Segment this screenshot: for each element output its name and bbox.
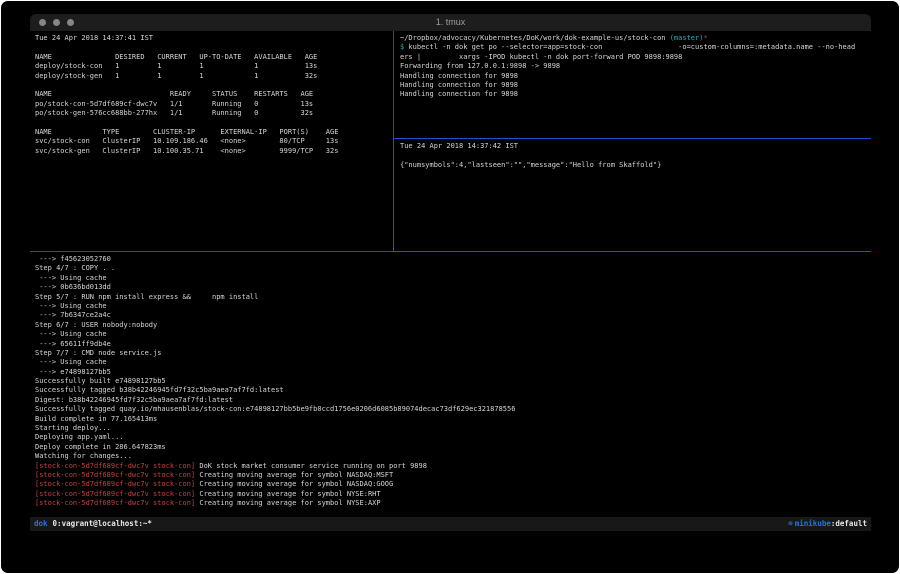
terminal-line: ers | xargs -IPOD kubectl -n dok port-fo… <box>400 53 871 62</box>
pane-border-vertical-inactive <box>393 31 394 139</box>
terminal-line: Step 6/7 : USER nobody:nobody <box>35 321 871 330</box>
terminal-text-segment: Creating moving average for symbol NYSE:… <box>195 490 380 498</box>
terminal-line: Tue 24 Apr 2018 14:37:42 IST <box>400 142 871 151</box>
pane-skaffold-build-log[interactable]: ---> f45623052760Step 4/7 : COPY . . ---… <box>30 252 871 517</box>
terminal-window: 1. tmux Tue 24 Apr 2018 14:37:41 IST NAM… <box>30 14 871 531</box>
terminal-text-segment: kubectl -n dok get po --selector=app=sto… <box>404 43 855 51</box>
terminal-line: svc/stock-gen ClusterIP 10.100.35.71 <no… <box>35 147 398 156</box>
terminal-line: Build complete in 77.165413ms <box>35 415 871 424</box>
terminal-line: [stock-con-5d7df689cf-dwc7v stock-con] C… <box>35 480 871 489</box>
terminal-line: Step 4/7 : COPY . . <box>35 264 871 273</box>
kubernetes-wheel-icon: ☸ <box>788 517 793 531</box>
terminal-line <box>35 81 398 90</box>
terminal-line: NAME TYPE CLUSTER-IP EXTERNAL-IP PORT(S)… <box>35 128 398 137</box>
pane-border-horizontal-active-bottom <box>393 251 871 252</box>
kube-context-label: minikube <box>795 517 831 531</box>
terminal-line <box>400 151 871 160</box>
terminal-line: ---> 7b6347ce2a4c <box>35 311 871 320</box>
window-list-item[interactable]: 0:vagrant@localhost:~* <box>53 517 152 531</box>
terminal-line: po/stock-gen-576cc688bb-277hx 1/1 Runnin… <box>35 109 398 118</box>
terminal-line: Forwarding from 127.0.0.1:9898 -> 9898 <box>400 62 871 71</box>
terminal-line: ~/Dropbox/advocacy/Kubernetes/DoK/work/d… <box>400 34 871 43</box>
terminal-line: Deploy complete in 286.647823ms <box>35 443 871 452</box>
terminal-text-segment: [stock-con-5d7df689cf-dwc7v stock-con] <box>35 480 195 488</box>
terminal-line <box>35 119 398 128</box>
terminal-line: [stock-con-5d7df689cf-dwc7v stock-con] C… <box>35 499 871 508</box>
terminal-line: ---> Using cache <box>35 358 871 367</box>
window-titlebar: 1. tmux <box>30 14 871 31</box>
terminal-line: Tue 24 Apr 2018 14:37:41 IST <box>35 34 398 43</box>
desktop-background: 1. tmux Tue 24 Apr 2018 14:37:41 IST NAM… <box>1 1 899 573</box>
session-name: dok <box>34 517 48 531</box>
terminal-line: {"numsymbols":4,"lastseen":"","message":… <box>400 161 871 170</box>
terminal-line: $ kubectl -n dok get po --selector=app=s… <box>400 43 871 52</box>
tmux-terminal: Tue 24 Apr 2018 14:37:41 IST NAME DESIRE… <box>30 31 871 531</box>
terminal-line: svc/stock-con ClusterIP 10.109.186.46 <n… <box>35 137 398 146</box>
terminal-line: Step 7/7 : CMD node service.js <box>35 349 871 358</box>
terminal-text-segment: Creating moving average for symbol NASDA… <box>195 471 393 479</box>
terminal-line: Successfully built e74898127bb5 <box>35 377 871 386</box>
terminal-text-segment: * <box>703 34 707 42</box>
terminal-line: Starting deploy... <box>35 424 871 433</box>
terminal-text-segment: [stock-con-5d7df689cf-dwc7v stock-con] <box>35 499 195 507</box>
terminal-line: Digest: b38b42246945fd7f32c5ba9aea7af7fd… <box>35 396 871 405</box>
terminal-line: Handling connection for 9898 <box>400 81 871 90</box>
terminal-line <box>35 43 398 52</box>
terminal-text-segment: DoK stock market consumer service runnin… <box>195 462 427 470</box>
terminal-line: Handling connection for 9898 <box>400 90 871 99</box>
pane-curl-output[interactable]: Tue 24 Apr 2018 14:37:42 IST {"numsymbol… <box>394 139 871 254</box>
terminal-line: ---> f45623052760 <box>35 255 871 264</box>
terminal-line: ---> Using cache <box>35 274 871 283</box>
terminal-line: Step 5/7 : RUN npm install express && np… <box>35 293 871 302</box>
terminal-line: deploy/stock-gen 1 1 1 1 32s <box>35 72 398 81</box>
terminal-line: Watching for changes... <box>35 452 871 461</box>
terminal-line: [stock-con-5d7df689cf-dwc7v stock-con] D… <box>35 462 871 471</box>
terminal-line: Successfully tagged b38b42246945fd7f32c5… <box>35 386 871 395</box>
pane-port-forward[interactable]: ~/Dropbox/advocacy/Kubernetes/DoK/work/d… <box>394 31 871 141</box>
terminal-line: [stock-con-5d7df689cf-dwc7v stock-con] C… <box>35 471 871 480</box>
pane-kubectl-watch[interactable]: Tue 24 Apr 2018 14:37:41 IST NAME DESIRE… <box>30 31 398 254</box>
terminal-line: NAME DESIRED CURRENT UP-TO-DATE AVAILABL… <box>35 53 398 62</box>
tmux-status-bar: dok 0:vagrant@localhost:~* ☸ minikube :d… <box>30 517 871 531</box>
terminal-text-segment: Creating moving average for symbol NASDA… <box>195 480 393 488</box>
terminal-line: Handling connection for 9898 <box>400 72 871 81</box>
terminal-text-segment: ~/Dropbox/advocacy/Kubernetes/DoK/work/d… <box>400 34 670 42</box>
terminal-line: ---> Using cache <box>35 302 871 311</box>
terminal-text-segment: [stock-con-5d7df689cf-dwc7v stock-con] <box>35 490 195 498</box>
kube-namespace-label: :default <box>831 517 867 531</box>
pane-border-horizontal-active <box>394 138 871 139</box>
terminal-text-segment: [stock-con-5d7df689cf-dwc7v stock-con] <box>35 471 195 479</box>
pane-border-horizontal-inactive <box>30 251 393 252</box>
terminal-line: deploy/stock-con 1 1 1 1 13s <box>35 62 398 71</box>
pane-border-vertical-active <box>393 139 394 252</box>
terminal-line: Successfully tagged quay.io/mhausenblas/… <box>35 405 871 414</box>
terminal-line: [stock-con-5d7df689cf-dwc7v stock-con] C… <box>35 490 871 499</box>
terminal-line: ---> Using cache <box>35 330 871 339</box>
terminal-text-segment: Creating moving average for symbol NYSE:… <box>195 499 380 507</box>
terminal-line: NAME READY STATUS RESTARTS AGE <box>35 90 398 99</box>
terminal-text-segment: [stock-con-5d7df689cf-dwc7v stock-con] <box>35 462 195 470</box>
terminal-line: po/stock-con-5d7df689cf-dwc7v 1/1 Runnin… <box>35 100 398 109</box>
terminal-line: ---> 65611ff9db4e <box>35 340 871 349</box>
terminal-line: ---> 0b636bd013dd <box>35 283 871 292</box>
terminal-line: Deploying app.yaml... <box>35 433 871 442</box>
terminal-text-segment: (master) <box>670 34 704 42</box>
window-title: 1. tmux <box>30 17 871 27</box>
terminal-line: ---> e74898127bb5 <box>35 368 871 377</box>
